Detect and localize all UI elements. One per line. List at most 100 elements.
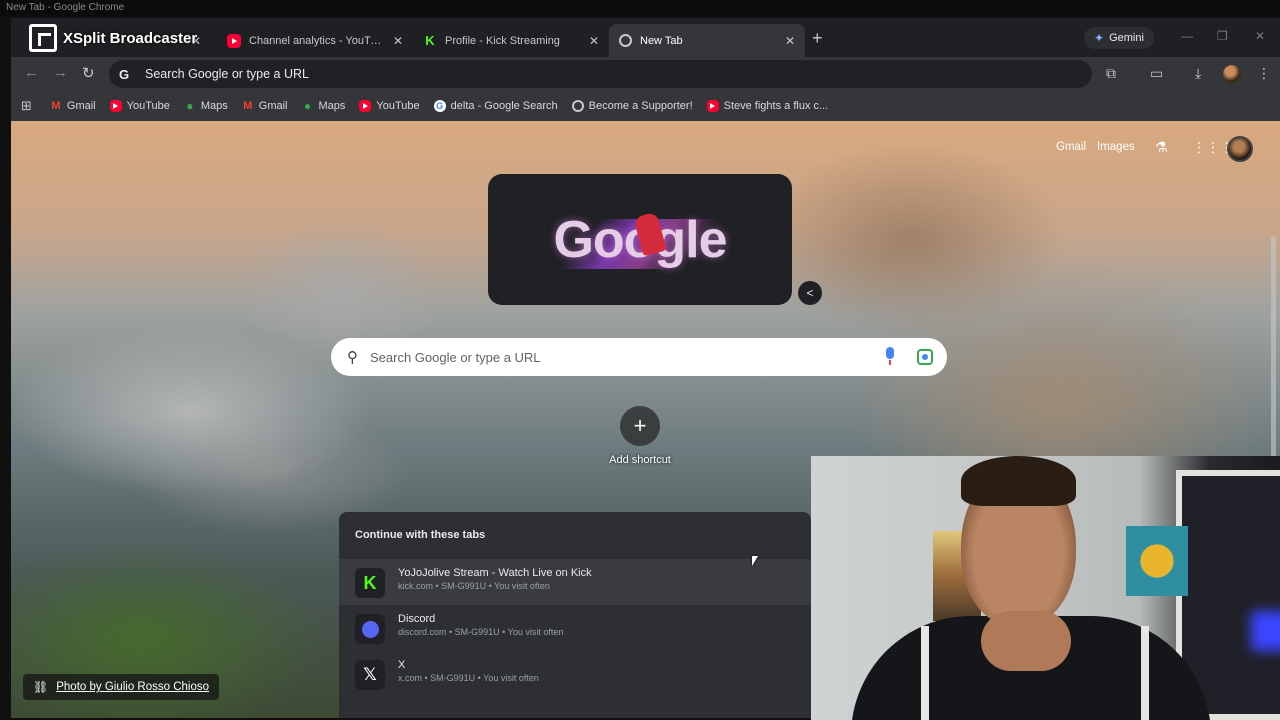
xsplit-logo-icon (29, 24, 57, 52)
voice-search-icon[interactable] (884, 347, 896, 367)
maximize-button[interactable]: ❐ (1217, 29, 1228, 43)
gmail-icon: M (51, 100, 61, 112)
bookmark-supporter[interactable]: Become a Supporter! (571, 100, 693, 112)
close-icon[interactable]: ✕ (785, 34, 795, 48)
os-title-strip: New Tab - Google Chrome (0, 0, 1280, 17)
tab-youtube-studio[interactable]: Channel analytics - YouTube Studio ✕ (217, 24, 413, 57)
search-placeholder: Search Google or type a URL (370, 349, 541, 365)
photo-credit[interactable]: ⛓ Photo by Giulio Rosso Chioso (23, 674, 220, 700)
profile-avatar[interactable] (1223, 65, 1241, 83)
back-button[interactable]: ← (24, 64, 39, 81)
close-icon[interactable]: ✕ (393, 34, 403, 48)
discord-icon (355, 614, 385, 644)
tab-new-tab[interactable]: New Tab ✕ (609, 24, 805, 57)
google-doodle[interactable]: Google (488, 174, 792, 305)
bookmark-google-search[interactable]: Gdelta - Google Search (433, 100, 558, 112)
mouse-cursor-icon (752, 556, 758, 566)
tab-kick-profile[interactable]: K Profile - Kick Streaming ✕ (413, 24, 609, 57)
toolbar: ← → ↻ G Search Google or type a URL ⧉ ▭ … (11, 57, 1280, 91)
list-item[interactable]: 𝕏 X x.com • SM-G991U • You visit often (339, 651, 811, 697)
globe-icon (571, 100, 584, 112)
youtube-icon (706, 100, 719, 112)
bookmark-youtube[interactable]: YouTube (109, 100, 170, 112)
kick-icon: K (425, 33, 435, 48)
ntp-search-box[interactable]: ⚲ Search Google or type a URL (331, 338, 947, 376)
bookmark-maps-2[interactable]: ● Maps (302, 99, 346, 113)
bookmark-label: Maps (318, 100, 346, 112)
search-icon: ⚲ (347, 349, 358, 366)
google-icon: G (433, 100, 446, 112)
google-icon: G (119, 67, 130, 82)
add-shortcut-button[interactable]: + Add shortcut (600, 406, 680, 466)
ntp-images-link[interactable]: Images (1097, 141, 1135, 153)
close-window-button[interactable]: ✕ (1255, 29, 1265, 43)
bookmark-label: Become a Supporter! (588, 100, 693, 112)
share-icon[interactable]: < (798, 281, 822, 305)
maps-icon: ● (186, 99, 194, 113)
list-item-title: Discord (398, 613, 436, 625)
webcam-person-hand (981, 611, 1071, 671)
gmail-icon: M (243, 100, 253, 112)
bookmarks-bar: ⊞ M Gmail YouTube ● Maps M Gmail ● Maps YouT… (11, 91, 1280, 121)
list-item-title: X (398, 659, 406, 671)
link-icon: ⛓ (33, 680, 49, 694)
cast-icon[interactable]: ▭ (1150, 65, 1163, 82)
bookmark-label: delta - Google Search (450, 100, 558, 112)
omnibox[interactable]: G Search Google or type a URL (109, 60, 1092, 88)
xsplit-overlay: XSplit Broadcaster (29, 24, 197, 52)
google-lens-icon[interactable] (917, 349, 933, 365)
menu-icon[interactable]: ⋮ (1257, 65, 1271, 82)
continue-tabs-panel: Continue with these tabs K YoJoJolive St… (339, 512, 811, 718)
os-window-title: New Tab - Google Chrome (6, 2, 125, 13)
bookmark-gmail[interactable]: M Gmail (50, 100, 96, 112)
webcam-blue-light (1251, 611, 1280, 651)
list-item-subtitle: x.com • SM-G991U • You visit often (398, 673, 539, 683)
add-shortcut-label: Add shortcut (609, 454, 671, 466)
forward-button[interactable]: → (53, 64, 68, 81)
bookmark-maps[interactable]: ● Maps (184, 99, 228, 113)
tab-title: Profile - Kick Streaming (445, 34, 560, 47)
close-icon[interactable]: ✕ (589, 34, 599, 48)
apps-grid-icon[interactable]: ⊞ (21, 98, 32, 114)
bookmark-gmail-2[interactable]: M Gmail (242, 100, 287, 112)
bookmark-label: Steve fights a flux c... (723, 100, 829, 112)
labs-flask-icon[interactable]: ⚗ (1155, 139, 1168, 156)
gemini-button[interactable]: ✦ Gemini (1084, 27, 1154, 49)
ntp-gmail-link[interactable]: Gmail (1056, 141, 1086, 153)
chrome-icon (619, 34, 632, 47)
maps-icon: ● (303, 99, 312, 113)
webcam-jacket-stripe (921, 626, 929, 720)
list-item-subtitle: kick.com • SM-G991U • You visit often (398, 581, 550, 591)
youtube-icon (109, 100, 122, 112)
plus-icon: + (620, 406, 660, 446)
list-item[interactable]: K YoJoJolive Stream - Watch Live on Kick… (339, 559, 811, 605)
list-item-title: YoJoJolive Stream - Watch Live on Kick (398, 567, 592, 579)
youtube-icon (227, 33, 241, 48)
bookmark-label: Gmail (66, 100, 96, 112)
webcam-jacket-stripe (1141, 626, 1149, 720)
download-icon[interactable]: ⤓ (1195, 65, 1201, 82)
ntp-profile-avatar[interactable] (1227, 136, 1253, 162)
minimize-button[interactable]: — (1181, 29, 1193, 43)
bookmark-youtube-2[interactable]: YouTube (359, 100, 420, 112)
list-item[interactable]: Discord discord.com • SM-G991U • You vis… (339, 605, 811, 651)
xsplit-app-name: XSplit Broadcaster (63, 29, 198, 47)
tab-strip: XSplit Broadcaster ✕ Channel analytics -… (11, 18, 1280, 57)
bookmark-steve[interactable]: Steve fights a flux c... (706, 100, 829, 112)
x-icon: 𝕏 (355, 660, 385, 690)
reload-button[interactable]: ↻ (82, 64, 95, 82)
bookmark-label: YouTube (126, 100, 170, 112)
continue-tabs-heading: Continue with these tabs (355, 529, 486, 541)
tab-title: Channel analytics - YouTube Studio (249, 34, 385, 47)
extensions-icon[interactable]: ⧉ (1106, 65, 1116, 82)
new-tab-button[interactable]: + (812, 28, 823, 49)
bookmark-label: Maps (200, 100, 228, 112)
kick-icon: K (355, 568, 385, 598)
gemini-label: Gemini (1109, 32, 1144, 44)
bookmark-label: YouTube (376, 100, 420, 112)
tab-title: New Tab (640, 34, 683, 47)
omnibox-placeholder: Search Google or type a URL (145, 67, 309, 81)
list-item-subtitle: discord.com • SM-G991U • You visit often (398, 627, 564, 637)
gemini-spark-icon: ✦ (1094, 31, 1105, 45)
youtube-icon (359, 100, 372, 112)
